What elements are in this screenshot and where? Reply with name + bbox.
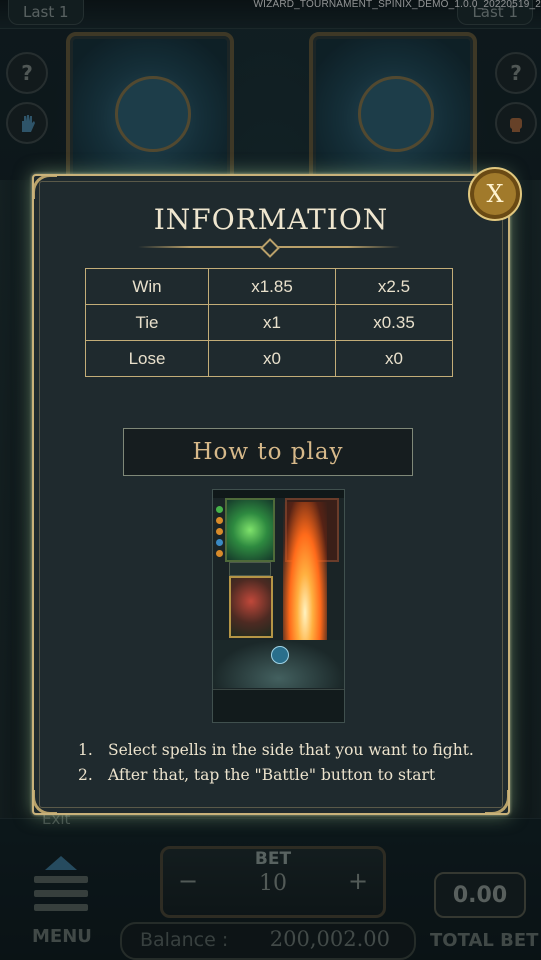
how-to-play-header: How to play: [123, 428, 413, 476]
preview-hero-card: [229, 576, 273, 638]
preview-bottom-bar: [213, 689, 344, 722]
preview-spell-card: [225, 498, 275, 562]
preview-hand-icon: [271, 646, 289, 664]
table-cell: x2.5: [335, 268, 453, 305]
close-icon: X: [486, 180, 504, 208]
table-cell: x1.85: [208, 268, 336, 305]
close-button[interactable]: X: [468, 167, 522, 221]
corner-ornament: [34, 176, 57, 199]
list-item: 1. Select spells in the side that you wan…: [78, 738, 478, 763]
table-cell: x0: [335, 340, 453, 377]
list-item: 2. After that, tap the "Battle" button to…: [78, 763, 478, 788]
information-modal: INFORMATION Win x1.85 x2.5 Tie x1 x0.35 …: [32, 174, 510, 815]
list-item-text: After that, tap the "Battle" button to s…: [108, 766, 436, 784]
table-cell: Tie: [85, 304, 209, 341]
table-row: Lose x0 x0: [85, 340, 453, 377]
how-to-play-label: How to play: [192, 439, 344, 465]
table-cell: Win: [85, 268, 209, 305]
list-item-number: 2.: [78, 766, 93, 784]
table-row: Tie x1 x0.35: [85, 304, 453, 341]
payout-table: Win x1.85 x2.5 Tie x1 x0.35 Lose x0 x0: [85, 268, 453, 377]
title-divider-gem: [260, 238, 280, 258]
preview-top-bar: [213, 490, 344, 498]
instructions-list: 1. Select spells in the side that you wan…: [78, 738, 478, 788]
corner-ornament: [485, 790, 508, 813]
modal-title: INFORMATION: [153, 203, 389, 236]
table-row: Win x1.85 x2.5: [85, 268, 453, 305]
table-cell: Lose: [85, 340, 209, 377]
preview-info-box: [229, 562, 271, 576]
gameplay-preview-image: [212, 489, 345, 723]
table-cell: x0: [208, 340, 336, 377]
table-cell: x1: [208, 304, 336, 341]
table-cell: x0.35: [335, 304, 453, 341]
list-item-text: Select spells in the side that you want …: [108, 741, 474, 759]
corner-ornament: [34, 790, 57, 813]
list-item-number: 1.: [78, 741, 93, 759]
preview-spell-dots: [216, 506, 224, 561]
